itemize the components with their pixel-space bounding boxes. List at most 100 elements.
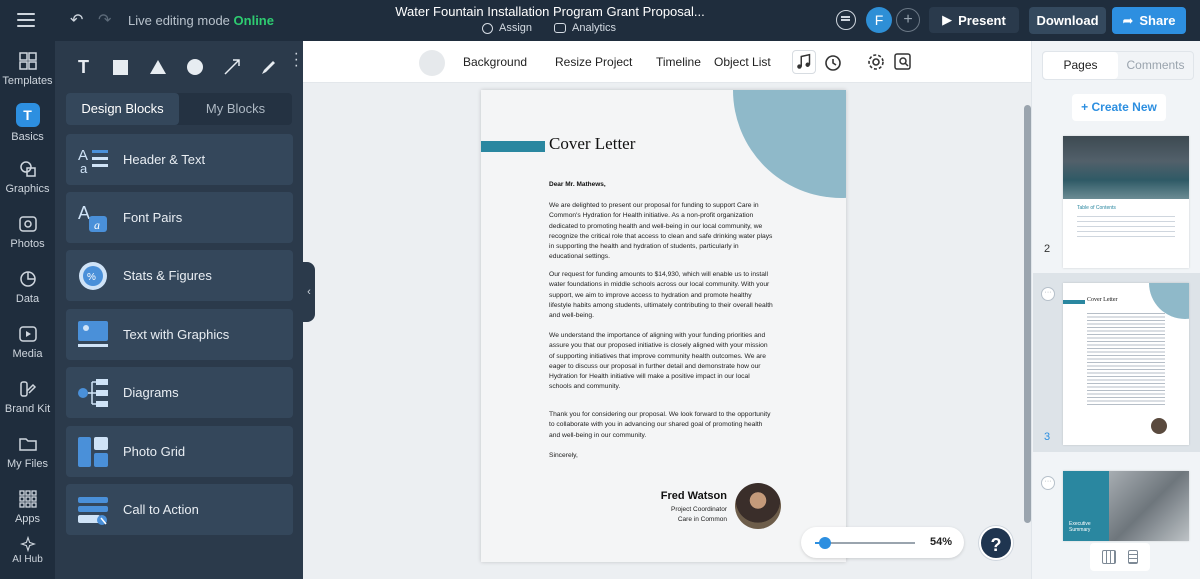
salutation[interactable]: Dear Mr. Mathews, [549, 181, 606, 188]
sign-off[interactable]: Sincerely, [549, 451, 774, 461]
nav-item-basics[interactable]: T Basics [0, 103, 55, 143]
nav-item-photos[interactable]: Photos [0, 214, 55, 250]
tab-design-blocks[interactable]: Design Blocks [66, 93, 179, 125]
image-search-icon[interactable] [893, 52, 913, 72]
resize-project-button[interactable]: Resize Project [555, 55, 632, 69]
analytics-button[interactable]: Analytics [554, 22, 616, 34]
music-icon[interactable] [792, 50, 816, 74]
grid-view-icon[interactable] [1102, 550, 1116, 564]
block-label: Diagrams [123, 385, 179, 400]
document-page[interactable]: Cover Letter Dear Mr. Mathews, We are de… [481, 90, 846, 562]
present-button[interactable]: ▶ Present [929, 7, 1019, 33]
tab-my-blocks[interactable]: My Blocks [179, 93, 292, 125]
my-files-icon [18, 438, 37, 451]
assign-button[interactable]: Assign [482, 22, 532, 34]
live-editing-label: Live editing mode [128, 13, 230, 28]
svg-text:%: % [87, 272, 96, 283]
svg-text:A: A [78, 203, 90, 223]
paragraph[interactable]: We are delighted to present our proposal… [549, 201, 774, 263]
block-label: Font Pairs [123, 210, 183, 225]
nav-item-templates[interactable]: Templates [0, 51, 55, 87]
analytics-icon [554, 23, 567, 33]
add-collaborator-icon[interactable]: + [896, 8, 920, 32]
share-button[interactable]: ➦ Share [1112, 7, 1186, 34]
paragraph[interactable]: Our request for funding amounts to $14,9… [549, 270, 774, 321]
signer-role[interactable]: Project Coordinator [631, 506, 727, 513]
circle-icon [186, 59, 203, 75]
page-options-icon[interactable]: ··· [1041, 287, 1055, 301]
rectangle-tool[interactable] [102, 51, 139, 83]
menu-icon[interactable] [17, 13, 35, 27]
nav-item-graphics[interactable]: Graphics [0, 159, 55, 195]
page-thumbnail-4[interactable]: Executive Summary [1063, 471, 1189, 541]
canvas-area: Background Resize Project Timeline Objec… [303, 41, 1031, 579]
diagrams-icon [78, 378, 108, 407]
nav-item-my-files[interactable]: My Files [0, 434, 55, 470]
svg-text:a: a [94, 218, 100, 232]
gear-icon[interactable] [866, 52, 886, 72]
nav-item-brand-kit[interactable]: Brand Kit [0, 379, 55, 415]
object-list-button[interactable]: Object List [714, 55, 771, 69]
block-diagrams[interactable]: Diagrams [66, 367, 293, 418]
nav-item-data[interactable]: Data [0, 269, 55, 305]
create-new-page-button[interactable]: + Create New [1072, 94, 1166, 121]
block-font-pairs[interactable]: Aa Font Pairs [66, 192, 293, 243]
comments-icon[interactable] [836, 10, 856, 30]
timeline-button[interactable]: Timeline [656, 55, 701, 69]
paragraph[interactable]: We understand the importance of aligning… [549, 331, 774, 393]
redo-icon[interactable]: ↷ [98, 10, 111, 30]
zoom-level[interactable]: 54% [930, 536, 952, 548]
pages-tabs: Pages Comments [1042, 51, 1194, 80]
basic-tools: T [65, 47, 299, 87]
nav-label: Photos [10, 238, 45, 250]
pen-tool[interactable] [250, 51, 287, 83]
thumbnail-portrait [1151, 418, 1167, 434]
block-stats-figures[interactable]: % Stats & Figures [66, 250, 293, 301]
block-tabs: Design Blocks My Blocks [66, 93, 292, 125]
line-tool[interactable] [213, 51, 250, 83]
alarm-clock-icon[interactable] [823, 52, 843, 72]
more-tools-icon[interactable]: · · · [294, 46, 299, 74]
page-thumbnail-2[interactable]: Table of Contents [1063, 136, 1189, 268]
page-thumbnail-3[interactable]: Cover Letter [1063, 283, 1189, 445]
page-options-icon[interactable]: ··· [1041, 476, 1055, 490]
canvas-scrollbar[interactable] [1024, 105, 1031, 523]
signer-organization[interactable]: Care in Common [631, 516, 727, 523]
tab-pages[interactable]: Pages [1043, 52, 1118, 79]
block-photo-grid[interactable]: Photo Grid [66, 426, 293, 477]
apps-icon [18, 490, 37, 508]
share-icon: ➦ [1122, 12, 1134, 28]
signer-name[interactable]: Fred Watson [631, 490, 727, 502]
photos-icon [18, 216, 37, 232]
text-tool[interactable]: T [65, 51, 102, 83]
ai-hub-icon [19, 536, 36, 552]
block-label: Photo Grid [123, 444, 186, 459]
help-button[interactable]: ? [979, 526, 1013, 560]
list-view-icon[interactable] [1128, 550, 1138, 564]
background-button[interactable]: Background [463, 55, 527, 69]
paragraph[interactable]: Thank you for considering our proposal. … [549, 410, 774, 441]
document-title[interactable]: Water Fountain Installation Program Gran… [360, 4, 740, 19]
nav-item-media[interactable]: Media [0, 324, 55, 360]
page-title[interactable]: Cover Letter [549, 134, 635, 154]
block-header-text[interactable]: Aa Header & Text [66, 134, 293, 185]
block-call-to-action[interactable]: Call to Action [66, 484, 293, 535]
signer-photo[interactable] [735, 483, 781, 529]
avatar[interactable]: F [866, 7, 892, 33]
triangle-tool[interactable] [139, 51, 176, 83]
nav-label: Basics [11, 131, 44, 143]
media-icon [18, 326, 37, 342]
circle-tool[interactable] [176, 51, 213, 83]
undo-icon[interactable]: ↶ [70, 10, 83, 30]
nav-item-apps[interactable]: Apps [0, 489, 55, 525]
block-text-with-graphics[interactable]: Text with Graphics [66, 309, 293, 360]
tab-comments[interactable]: Comments [1118, 52, 1193, 79]
background-swatch[interactable] [419, 50, 445, 76]
header-text-icon: Aa [78, 147, 108, 176]
document-actions: Assign Analytics [482, 22, 616, 34]
zoom-slider-handle[interactable] [819, 537, 831, 549]
download-button[interactable]: Download [1029, 7, 1106, 34]
nav-item-ai-hub[interactable]: AI Hub [0, 536, 55, 565]
collapse-panel-handle[interactable]: ‹ [303, 262, 315, 322]
canvas-toolbar: Background Resize Project Timeline Objec… [303, 41, 1031, 83]
